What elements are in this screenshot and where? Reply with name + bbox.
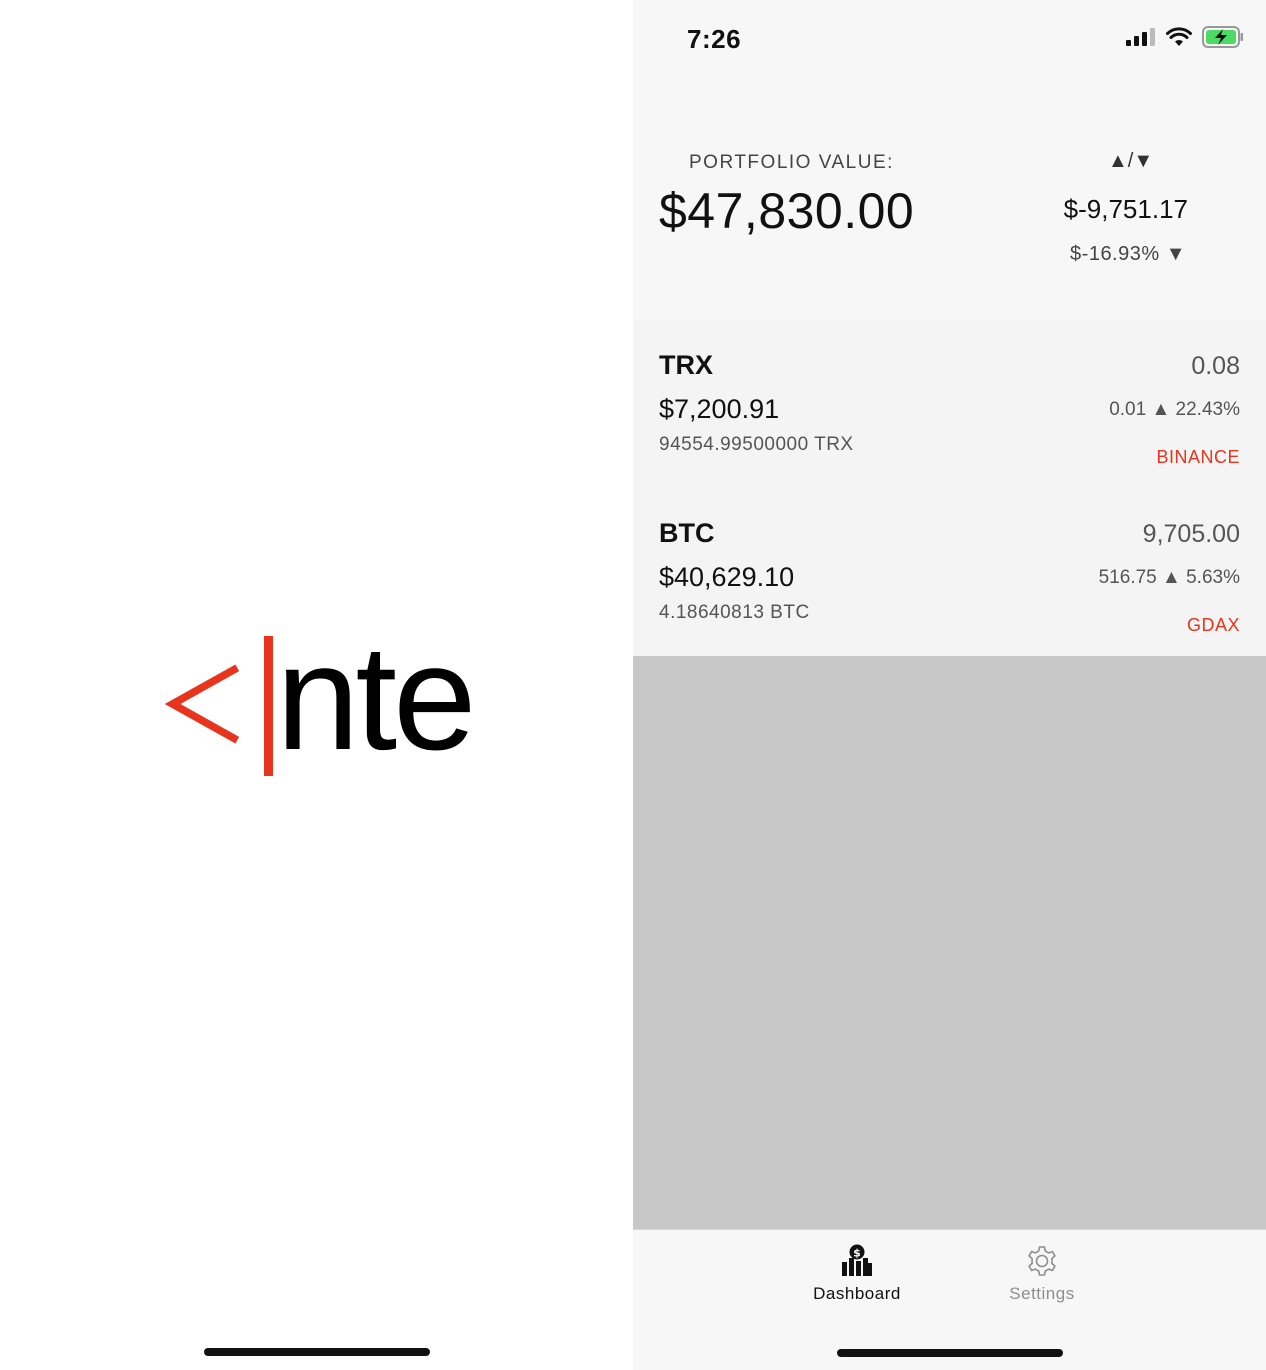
status-icons: [1126, 26, 1244, 48]
coin-symbol: BTC: [659, 518, 715, 548]
battery-charging-icon: [1202, 26, 1243, 48]
coin-price: 0.08: [1191, 352, 1240, 380]
splash-screen: nte: [0, 0, 633, 1370]
portfolio-value: $47,830.00: [659, 183, 915, 239]
portfolio-change-percent: $-16.93% ▼: [1070, 243, 1186, 265]
coin-holdings: 94554.99500000 TRX: [659, 434, 854, 455]
change-header: ▲/▼: [1108, 150, 1154, 172]
wifi-icon: [1166, 27, 1192, 46]
logo-cursor-icon: [264, 636, 273, 776]
app-screen: 7:26 PORTFOLIO VALUE: $47,830.00 ▲/▼ $-9…: [633, 0, 1266, 1370]
coin-change: 516.75 ▲ 5.63%: [1098, 567, 1240, 588]
tab-settings[interactable]: Settings: [972, 1244, 1112, 1324]
gear-icon: [1028, 1246, 1056, 1276]
portfolio-change-amount: $-9,751.17: [1063, 194, 1188, 224]
coin-exchange: GDAX: [1186, 615, 1240, 635]
coin-list: TRX $7,200.91 94554.99500000 TRX 0.08 0.…: [633, 320, 1266, 656]
coin-price: 9,705.00: [1142, 520, 1240, 548]
coin-row-btc[interactable]: BTC $40,629.10 4.18640813 BTC 9,705.00 5…: [633, 488, 1266, 656]
logo-chevron-icon: [164, 664, 240, 744]
portfolio-label: PORTFOLIO VALUE:: [689, 152, 894, 173]
coin-holdings: 4.18640813 BTC: [659, 602, 810, 623]
status-time: 7:26: [687, 24, 742, 54]
tab-dashboard[interactable]: $ Dashboard: [787, 1244, 927, 1324]
dashboard-icon: $: [842, 1244, 872, 1276]
coin-symbol: TRX: [659, 350, 713, 380]
coin-change: 0.01 ▲ 22.43%: [1109, 399, 1240, 420]
coin-value: $40,629.10: [659, 562, 795, 592]
signal-icon: [1126, 28, 1155, 46]
tab-label: Dashboard: [813, 1284, 901, 1303]
svg-text:$: $: [853, 1247, 861, 1260]
coin-exchange: BINANCE: [1156, 447, 1240, 467]
coin-value: $7,200.91: [659, 394, 780, 424]
tab-bar: $ Dashboard Settings: [633, 1229, 1266, 1370]
home-indicator[interactable]: [204, 1348, 430, 1356]
home-indicator[interactable]: [837, 1349, 1063, 1357]
status-bar: 7:26: [633, 0, 1266, 80]
empty-list-area: [633, 656, 1266, 1229]
portfolio-summary: PORTFOLIO VALUE: $47,830.00 ▲/▼ $-9,751.…: [633, 80, 1266, 320]
tab-label: Settings: [1009, 1284, 1075, 1303]
coin-row-trx[interactable]: TRX $7,200.91 94554.99500000 TRX 0.08 0.…: [633, 320, 1266, 488]
logo-wordmark: nte: [276, 613, 477, 781]
